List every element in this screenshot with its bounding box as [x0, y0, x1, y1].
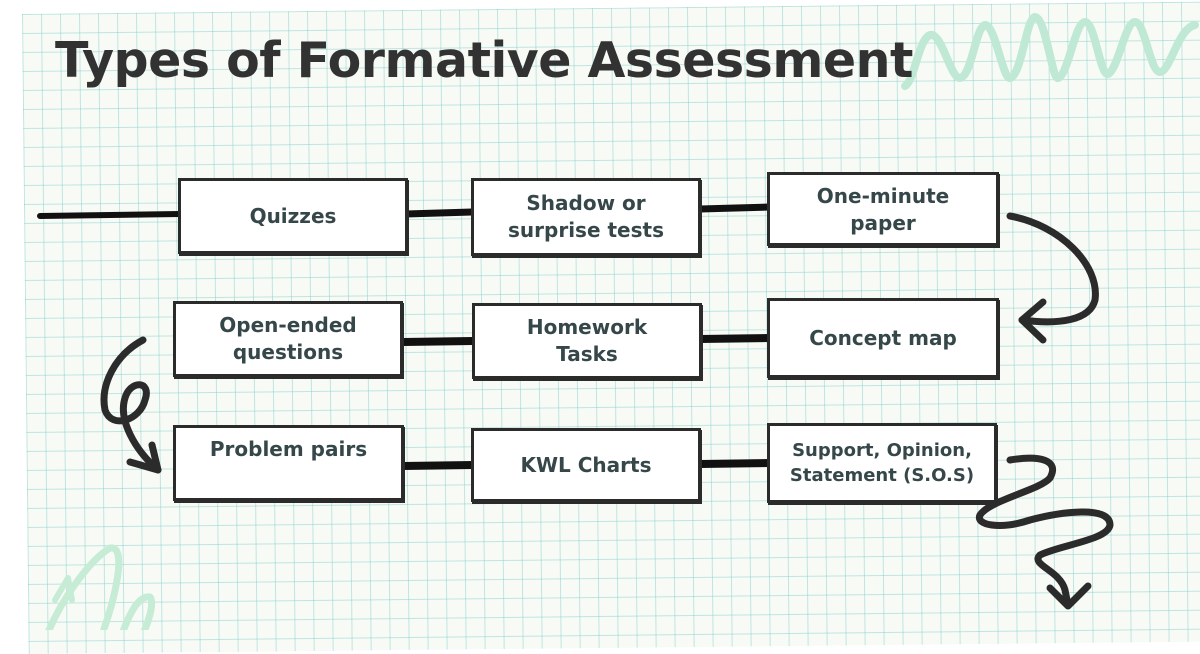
- box-label: Support, Opinion, Statement (S.O.S): [789, 440, 975, 486]
- box-concept-map: Concept map: [767, 298, 999, 378]
- connector-line: [696, 459, 774, 468]
- curved-arrow-icon: [1006, 212, 1099, 326]
- box-shadow-tests: Shadow or surprise tests: [471, 178, 701, 256]
- box-kwl-charts: KWL Charts: [471, 428, 701, 502]
- box-problem-pairs: Problem pairs: [173, 425, 404, 501]
- connector-line: [696, 203, 774, 213]
- box-label: Quizzes: [249, 203, 337, 228]
- box-one-minute-paper: One-minute paper: [767, 172, 999, 246]
- box-label: Problem pairs: [209, 437, 368, 461]
- box-label: Open-ended questions: [219, 313, 357, 364]
- squiggle-arrow-icon: [975, 454, 1114, 609]
- box-sos: Support, Opinion, Statement (S.O.S): [767, 423, 997, 503]
- connector-line: [399, 461, 477, 470]
- box-label: Concept map: [809, 325, 957, 350]
- zigzag-mint-icon: [901, 13, 1199, 90]
- box-open-ended-questions: Open-ended questions: [173, 301, 403, 377]
- box-label: Shadow or surprise tests: [508, 191, 664, 242]
- box-quizzes: Quizzes: [178, 178, 408, 254]
- box-homework-tasks: Homework Tasks: [472, 303, 702, 379]
- connector-line: [696, 334, 774, 343]
- page-title: Types of Formative Assessment: [55, 32, 913, 89]
- box-label: KWL Charts: [520, 452, 652, 477]
- connector-line: [37, 211, 183, 219]
- box-label: One-minute paper: [816, 184, 950, 235]
- connector-line: [399, 337, 477, 346]
- box-label: Homework Tasks: [526, 315, 648, 366]
- connector-line: [402, 208, 476, 218]
